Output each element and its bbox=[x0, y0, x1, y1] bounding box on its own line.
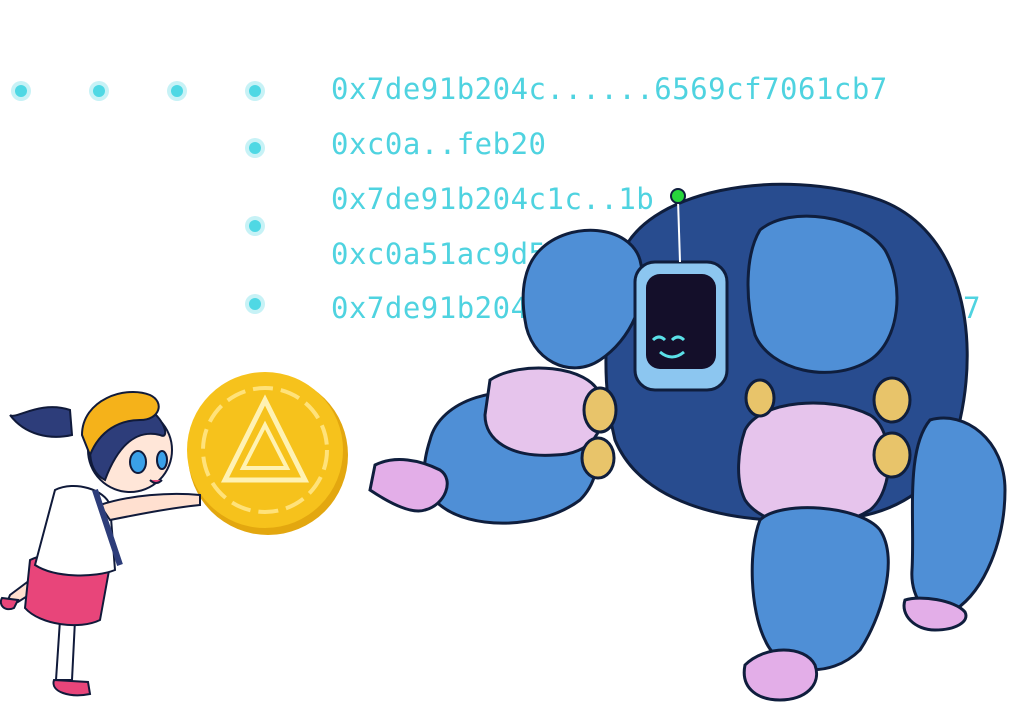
girl-illustration bbox=[0, 390, 201, 697]
